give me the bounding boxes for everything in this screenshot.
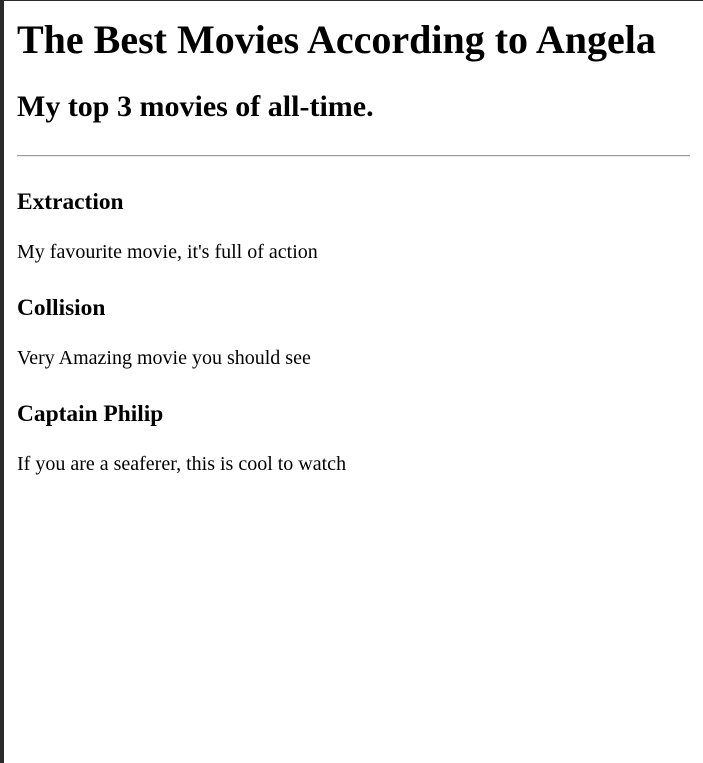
movie-title: Extraction	[17, 189, 124, 215]
movie-item: Extraction My favourite movie, it's full…	[17, 188, 690, 264]
divider	[17, 155, 690, 157]
movie-description: My favourite movie, it's full of action	[17, 241, 318, 263]
page-content: The Best Movies According to Angela My t…	[17, 0, 690, 476]
movie-title: Collision	[17, 295, 106, 321]
movie-description: If you are a seaferer, this is cool to w…	[17, 453, 347, 475]
page-subtitle: My top 3 movies of all-time.	[17, 90, 374, 123]
page-title: The Best Movies According to Angela	[17, 17, 656, 62]
movie-item: Collision Very Amazing movie you should …	[17, 294, 690, 370]
movie-title: Captain Philip	[17, 401, 164, 427]
movie-item: Captain Philip If you are a seaferer, th…	[17, 400, 690, 476]
window-border-left	[0, 0, 4, 763]
movie-description: Very Amazing movie you should see	[17, 347, 311, 369]
